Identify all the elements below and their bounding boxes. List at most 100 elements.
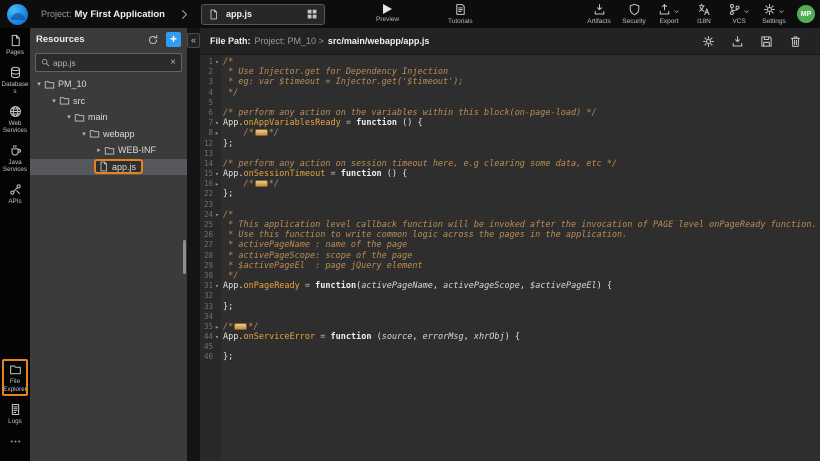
fold-toggle[interactable]: ▾	[213, 281, 221, 291]
fold-toggle[interactable]: ▾	[213, 57, 221, 67]
code-line-6[interactable]: 6/* perform any action on the variables …	[200, 108, 820, 118]
tree-row-src[interactable]: ▾src	[30, 93, 187, 110]
code-token: */	[269, 128, 279, 138]
refresh-icon[interactable]	[147, 34, 159, 46]
code-line-25[interactable]: 25 * This application level callback fun…	[200, 220, 820, 230]
line-number: 4	[200, 88, 213, 98]
fold-toggle[interactable]: ▸	[213, 179, 221, 189]
sidebar-item-label: Pages	[1, 49, 29, 57]
add-resource-button[interactable]: +	[166, 32, 181, 47]
topbar-settings-button[interactable]: Settings	[758, 3, 790, 25]
topbar-i18n-button[interactable]: I18N	[688, 3, 720, 25]
tree-expander[interactable]: ▾	[79, 130, 89, 138]
code-text: /**/	[221, 179, 279, 189]
tree-expander[interactable]: ▸	[94, 146, 104, 154]
search-input[interactable]	[50, 58, 170, 68]
tree-row-app.js[interactable]: app.js	[30, 159, 187, 176]
tree-row-pm_10[interactable]: ▾PM_10	[30, 76, 187, 93]
topbar-security-button[interactable]: Security	[618, 3, 650, 25]
tree-row-web-inf[interactable]: ▸WEB-INF	[30, 142, 187, 159]
folded-code-pill[interactable]	[234, 323, 247, 330]
tree-row-main[interactable]: ▾main	[30, 109, 187, 126]
sidebar-item-java-services[interactable]: Java Services	[0, 144, 30, 174]
code-line-45[interactable]: 45	[200, 342, 820, 352]
code-line-35[interactable]: 35▸/**/	[200, 322, 820, 332]
grid-icon[interactable]	[306, 8, 318, 20]
sidebar-item-more[interactable]	[0, 435, 30, 448]
code-line-5[interactable]: 5	[200, 98, 820, 108]
code-line-7[interactable]: 7▾App.onAppVariablesReady = function () …	[200, 118, 820, 128]
code-line-26[interactable]: 26 * Use this function to write common l…	[200, 230, 820, 240]
file-tab[interactable]: app.js	[201, 4, 325, 25]
code-line-32[interactable]: 32	[200, 291, 820, 301]
resources-panel: Resources + × ▾PM_10▾src▾main▾webapp▸WEB…	[30, 28, 187, 461]
code-line-12[interactable]: 12};	[200, 139, 820, 149]
code-line-1[interactable]: 1▾/*	[200, 57, 820, 67]
avatar[interactable]: MP	[797, 5, 815, 23]
code-token: };	[223, 352, 233, 362]
editor-delete-button[interactable]	[789, 35, 802, 48]
code-line-15[interactable]: 15▾App.onSessionTimeout = function () {	[200, 169, 820, 179]
sidebar-item-pages[interactable]: Pages	[0, 34, 30, 57]
tree-expander[interactable]: ▾	[64, 113, 74, 121]
sidebar-item-databases[interactable]: Databases	[0, 66, 30, 96]
topbar-artifacts-button[interactable]: Artifacts	[583, 3, 615, 25]
line-number: 35	[200, 322, 213, 332]
sidebar-item-apis[interactable]: APIs	[0, 183, 30, 206]
code-line-28[interactable]: 28 * activePageScope: scope of the page	[200, 251, 820, 261]
clear-search-icon[interactable]: ×	[170, 58, 176, 68]
tree-row-webapp[interactable]: ▾webapp	[30, 126, 187, 143]
tree-scrollbar-thumb[interactable]	[183, 240, 186, 274]
line-number: 26	[200, 230, 213, 240]
code-line-27[interactable]: 27 * activePageName : name of the page	[200, 240, 820, 250]
code-line-14[interactable]: 14/* perform any action on session timeo…	[200, 159, 820, 169]
code-line-3[interactable]: 3 * eg: var $timeout = Injector.get('$ti…	[200, 77, 820, 87]
sidebar-item-file-explorer[interactable]: File Explorer	[4, 363, 26, 393]
fold-toggle[interactable]: ▾	[213, 210, 221, 220]
code-editor[interactable]: 1▾/*2 * Use Injector.get for Dependency …	[200, 55, 820, 461]
tree-expander[interactable]: ▾	[49, 97, 59, 105]
code-token: /*	[223, 322, 233, 332]
sidebar-item-web-services[interactable]: Web Services	[0, 105, 30, 135]
editor-settings-button[interactable]	[702, 35, 715, 48]
wavemaker-logo[interactable]	[7, 4, 28, 25]
topbar-vcs-button[interactable]: VCS	[723, 3, 755, 25]
line-number: 23	[200, 200, 213, 210]
code-line-8[interactable]: 8▸ /**/	[200, 128, 820, 138]
sidebar-item-logs[interactable]: Logs	[0, 403, 30, 426]
code-token: =	[325, 169, 340, 179]
line-number: 6	[200, 108, 213, 118]
folded-code-pill[interactable]	[255, 129, 268, 136]
code-line-2[interactable]: 2 * Use Injector.get for Dependency Inje…	[200, 67, 820, 77]
editor-download-button[interactable]	[731, 35, 744, 48]
code-line-23[interactable]: 23	[200, 200, 820, 210]
collapse-panel-button[interactable]: «	[187, 33, 200, 48]
code-line-44[interactable]: 44▾App.onServiceError = function (source…	[200, 332, 820, 342]
tree-expander[interactable]: ▾	[34, 80, 44, 88]
tutorials-button[interactable]: Tutorials	[448, 3, 473, 25]
folded-code-pill[interactable]	[255, 180, 268, 187]
line-number: 25	[200, 220, 213, 230]
code-token: onPageReady	[243, 281, 299, 291]
preview-button[interactable]: Preview	[376, 3, 399, 23]
fold-toggle[interactable]: ▾	[213, 118, 221, 128]
editor-save-button[interactable]	[760, 35, 773, 48]
code-line-33[interactable]: 33};	[200, 302, 820, 312]
code-line-22[interactable]: 22};	[200, 189, 820, 199]
code-line-24[interactable]: 24▾/*	[200, 210, 820, 220]
file-path-project: Project: PM_10 >	[255, 36, 324, 46]
code-line-34[interactable]: 34	[200, 312, 820, 322]
code-line-30[interactable]: 30 */	[200, 271, 820, 281]
code-line-31[interactable]: 31▾App.onPageReady = function(activePage…	[200, 281, 820, 291]
code-line-4[interactable]: 4 */	[200, 88, 820, 98]
fold-toggle[interactable]: ▸	[213, 322, 221, 332]
fold-toggle[interactable]: ▸	[213, 128, 221, 138]
fold-toggle[interactable]: ▾	[213, 169, 221, 179]
code-line-16[interactable]: 16▸ /**/	[200, 179, 820, 189]
code-line-29[interactable]: 29 * $activePageEl : page jQuery element	[200, 261, 820, 271]
fold-toggle[interactable]: ▾	[213, 332, 221, 342]
code-line-13[interactable]: 13	[200, 149, 820, 159]
code-token: function	[356, 118, 397, 128]
topbar-export-button[interactable]: Export	[653, 3, 685, 25]
code-line-46[interactable]: 46};	[200, 352, 820, 362]
